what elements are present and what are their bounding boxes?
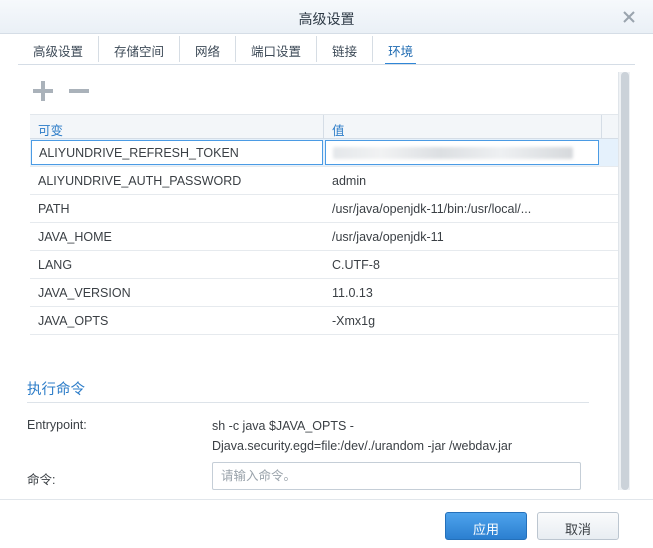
scrollbar-thumb[interactable] [621,72,629,490]
remove-variable-button[interactable] [66,78,92,104]
column-header-value[interactable]: 值 [324,115,602,138]
env-toolbar [30,78,92,104]
table-row[interactable]: JAVA_VERSION 11.0.13 [30,279,618,307]
variable-name: ALIYUNDRIVE_AUTH_PASSWORD [38,174,242,188]
table-header: 可变 值 [30,114,618,139]
tab-storage[interactable]: 存储空间 [99,36,181,62]
table-row[interactable]: ALIYUNDRIVE_AUTH_PASSWORD admin [30,167,618,195]
command-label: 命令: [27,473,56,487]
command-input[interactable] [212,462,581,490]
column-header-variable[interactable]: 可变 [30,115,324,138]
variable-name: JAVA_OPTS [38,314,109,328]
variable-value: /usr/java/openjdk-11 [332,230,444,244]
variable-value: C.UTF-8 [332,258,380,272]
entrypoint-label: Entrypoint: [27,418,87,432]
minus-icon [69,89,89,93]
table-row[interactable]: JAVA_HOME /usr/java/openjdk-11 [30,223,618,251]
variable-value: -Xmx1g [332,314,376,328]
variable-name-editor[interactable]: ALIYUNDRIVE_REFRESH_TOKEN [31,140,323,165]
variable-name: JAVA_VERSION [38,286,131,300]
variable-value: admin [332,174,367,188]
entrypoint-line-2: Djava.security.egd=file:/dev/./urandom -… [212,439,513,453]
dialog-titlebar: 高级设置 [0,0,653,34]
close-icon [623,11,635,23]
variable-value: 11.0.13 [332,286,373,300]
exec-command-heading: 执行命令 [27,382,85,398]
tab-bar: 高级设置 存储空间 网络 端口设置 链接 环境 [18,34,429,65]
plus-icon [33,81,53,101]
tab-links[interactable]: 链接 [317,36,374,62]
entrypoint-line-1: sh -c java $JAVA_OPTS - [212,419,354,433]
section-divider [27,402,589,403]
environment-table: 可变 值 ALIYUNDRIVE_REFRESH_TOKEN ALIYUNDRI… [30,114,618,335]
tab-divider [18,64,635,65]
variable-name: LANG [38,258,73,272]
cancel-button[interactable]: 取消 [537,512,619,540]
variable-name: JAVA_HOME [38,230,112,244]
redacted-token [333,147,573,159]
entrypoint-value: sh -c java $JAVA_OPTS - Djava.security.e… [212,416,592,456]
variable-value: /usr/java/openjdk-11/bin:/usr/local/... [332,202,532,216]
table-row[interactable]: ALIYUNDRIVE_REFRESH_TOKEN [30,139,618,167]
panel-scrollbar[interactable] [618,72,630,490]
footer-divider [0,499,653,500]
column-header-spacer [602,115,618,138]
table-row[interactable]: PATH /usr/java/openjdk-11/bin:/usr/local… [30,195,618,223]
tab-port-settings[interactable]: 端口设置 [236,36,318,62]
tab-network[interactable]: 网络 [180,36,237,62]
tab-advanced-settings[interactable]: 高级设置 [18,36,100,62]
variable-value-editor[interactable] [325,140,599,165]
apply-button[interactable]: 应用 [445,512,527,540]
add-variable-button[interactable] [30,78,56,104]
table-row[interactable]: JAVA_OPTS -Xmx1g [30,307,618,335]
tab-environment[interactable]: 环境 [373,36,429,65]
dialog-title: 高级设置 [298,11,355,27]
table-row[interactable]: LANG C.UTF-8 [30,251,618,279]
variable-name: PATH [38,202,70,216]
close-button[interactable] [619,7,639,27]
